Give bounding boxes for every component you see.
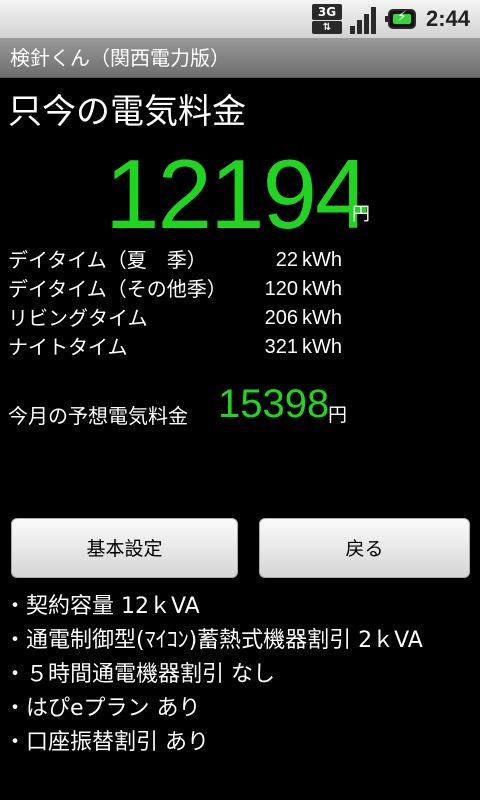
contract-options-list: ・契約容量 12ｋVA ・通電制御型(ﾏｲｺﾝ)蓄熱式機器割引 2ｋVA ・５時… xyxy=(4,590,474,760)
usage-value: 120 xyxy=(264,278,298,300)
forecast-amount: 15398 xyxy=(218,382,330,426)
option-5hour-discount: ・５時間通電機器割引 なし xyxy=(4,662,275,687)
option-hapie-plan: ・はぴeプラン あり xyxy=(4,696,201,721)
basic-settings-button[interactable]: 基本設定 xyxy=(11,518,238,578)
page-heading: 只今の電気料金 xyxy=(8,92,246,132)
status-bar: 3G ⇅ ⚡ 2:44 xyxy=(0,0,480,38)
option-contract-capacity: ・契約容量 12ｋVA xyxy=(4,594,200,619)
usage-value: 206 xyxy=(264,307,298,329)
usage-value: 321 xyxy=(264,336,298,358)
usage-unit: kWh xyxy=(302,249,342,271)
battery-charging-icon: ⚡ xyxy=(384,9,416,29)
usage-row-living-time: リビングタイム 206 kWh xyxy=(8,304,478,333)
usage-list: デイタイム（夏 季） 22 kWh デイタイム（その他季） 120 kWh リビ… xyxy=(8,246,478,362)
usage-label: デイタイム（その他季） xyxy=(8,277,227,301)
usage-unit: kWh xyxy=(302,278,342,300)
current-charge-unit: 円 xyxy=(352,204,370,225)
forecast-label: 今月の予想電気料金 xyxy=(8,404,188,428)
current-charge-amount: 12194 xyxy=(105,139,370,249)
3g-data-icon: 3G ⇅ xyxy=(311,4,342,34)
usage-row-daytime-summer: デイタイム（夏 季） 22 kWh xyxy=(8,246,478,275)
usage-label: デイタイム（夏 季） xyxy=(8,248,207,272)
usage-row-night-time: ナイトタイム 321 kWh xyxy=(8,333,478,362)
status-clock: 2:44 xyxy=(425,6,470,31)
back-button[interactable]: 戻る xyxy=(259,518,470,578)
usage-row-daytime-other: デイタイム（その他季） 120 kWh xyxy=(8,275,478,304)
usage-label: リビングタイム xyxy=(8,306,148,330)
usage-value: 22 xyxy=(275,249,298,271)
usage-unit: kWh xyxy=(302,336,342,358)
usage-label: ナイトタイム xyxy=(8,335,128,359)
option-storage-heater-discount: ・通電制御型(ﾏｲｺﾝ)蓄熱式機器割引 2ｋVA xyxy=(4,628,423,653)
option-bank-transfer-discount: ・口座振替割引 あり xyxy=(4,730,209,755)
usage-unit: kWh xyxy=(302,307,342,329)
signal-icon xyxy=(349,4,380,34)
app-title-bar: 検針くん（関西電力版） xyxy=(0,38,480,78)
forecast-unit: 円 xyxy=(328,404,348,426)
